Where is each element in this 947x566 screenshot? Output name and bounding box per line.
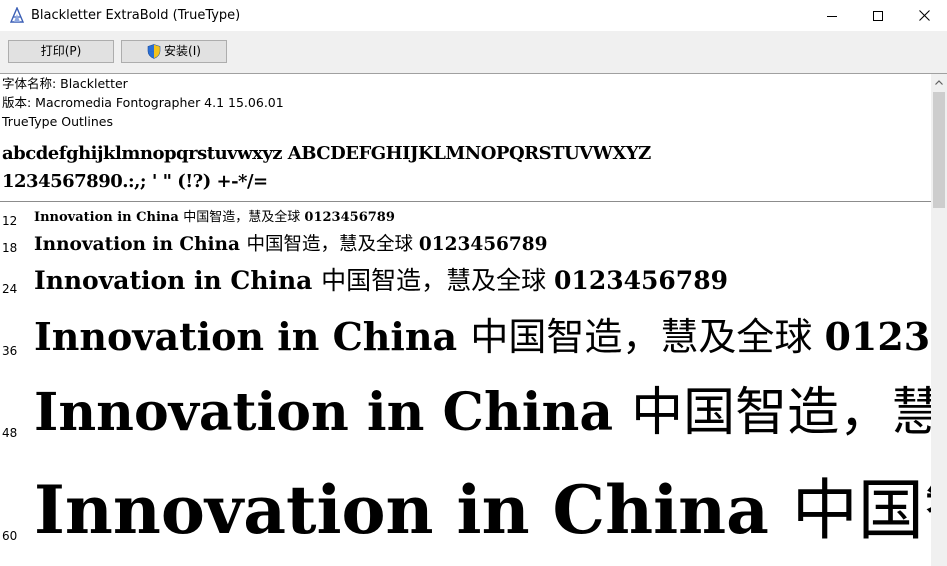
sample-text: Innovation in China 中国智造，慧及全球 0123456789 <box>34 468 931 553</box>
title-bar: Blackletter ExtraBold (TrueType) <box>0 0 947 31</box>
minimize-icon <box>827 15 837 17</box>
sample-cjk: 中国智造，慧及全球 <box>183 210 305 225</box>
charset-divider <box>0 201 931 202</box>
minimize-button[interactable] <box>809 0 855 31</box>
install-button[interactable]: 安装(I) <box>121 40 227 63</box>
shield-icon <box>147 44 161 59</box>
size-label: 12 <box>2 214 18 228</box>
sample-row-36: 36 Innovation in China 中国智造，慧及全球 0123456… <box>0 304 931 370</box>
size-label: 24 <box>2 282 18 296</box>
sample-cjk: 中国智造，慧及全球 <box>631 383 931 443</box>
sample-row-24: 24 Innovation in China 中国智造，慧及全球 0123456… <box>0 262 931 302</box>
sample-latin: Innovation in China <box>34 382 632 443</box>
charset-digits-symbols: 1234567890.:,; ' " (!?) +-*/= <box>2 171 268 192</box>
size-label: 18 <box>2 241 18 255</box>
sample-cjk: 中国智造，慧及全球 <box>321 266 555 295</box>
size-label: 36 <box>2 344 18 358</box>
maximize-icon <box>873 10 883 21</box>
sample-text: Innovation in China 中国智造，慧及全球 0123456789 <box>34 380 931 446</box>
sample-text: Innovation in China 中国智造，慧及全球 0123456789 <box>34 265 728 297</box>
sample-digits: 0123456789 <box>554 266 728 295</box>
scroll-up-button[interactable] <box>931 74 947 91</box>
sample-cjk: 中国智造，慧及全球 <box>470 315 825 359</box>
print-button[interactable]: 打印(P) <box>8 40 114 63</box>
sample-digits: 0123456789 <box>824 314 931 359</box>
font-outline-line: TrueType Outlines <box>2 114 113 129</box>
sample-latin: Innovation in China <box>34 314 471 359</box>
close-icon <box>918 10 930 21</box>
size-label: 48 <box>2 426 18 440</box>
sample-cjk: 中国智造，慧及全球 <box>791 472 931 549</box>
sample-digits: 0123456789 <box>304 210 395 225</box>
install-button-label: 安装(I) <box>164 44 201 58</box>
vertical-scrollbar[interactable] <box>931 74 947 566</box>
sample-text: Innovation in China 中国智造，慧及全球 0123456789 <box>34 233 548 257</box>
sample-row-60: 60 Innovation in China 中国智造，慧及全球 0123456… <box>0 458 931 566</box>
sample-digits: 0123456789 <box>418 234 548 255</box>
sample-text: Innovation in China 中国智造，慧及全球 0123456789 <box>34 312 931 362</box>
font-name-line: 字体名称: Blackletter <box>2 76 128 91</box>
close-button[interactable] <box>901 0 947 31</box>
sample-text: Innovation in China 中国智造，慧及全球 0123456789 <box>34 210 395 226</box>
font-preview-area: 字体名称: Blackletter 版本: Macromedia Fontogr… <box>0 74 931 566</box>
sample-row-12: 12 Innovation in China 中国智造，慧及全球 0123456… <box>0 208 931 230</box>
chevron-up-icon <box>935 80 943 85</box>
print-button-label: 打印(P) <box>40 44 82 58</box>
sample-latin: Innovation in China <box>34 266 322 295</box>
maximize-button[interactable] <box>855 0 901 31</box>
window-title: Blackletter ExtraBold (TrueType) <box>31 8 241 23</box>
font-version-line: 版本: Macromedia Fontographer 4.1 15.06.01 <box>2 95 284 110</box>
sample-latin: Innovation in China <box>34 234 247 255</box>
sample-row-18: 18 Innovation in China 中国智造，慧及全球 0123456… <box>0 231 931 261</box>
sample-latin: Innovation in China <box>34 471 792 549</box>
charset-letters: abcdefghijklmnopqrstuvwxyz ABCDEFGHIJKLM… <box>2 143 651 164</box>
font-viewer-icon <box>9 7 25 23</box>
toolbar: 打印(P) 安装(I) <box>0 31 947 74</box>
size-label: 60 <box>2 529 18 543</box>
scrollbar-thumb[interactable] <box>933 92 945 208</box>
sample-latin: Innovation in China <box>34 210 184 225</box>
sample-cjk: 中国智造，慧及全球 <box>246 234 419 255</box>
sample-row-48: 48 Innovation in China 中国智造，慧及全球 0123456… <box>0 372 931 456</box>
